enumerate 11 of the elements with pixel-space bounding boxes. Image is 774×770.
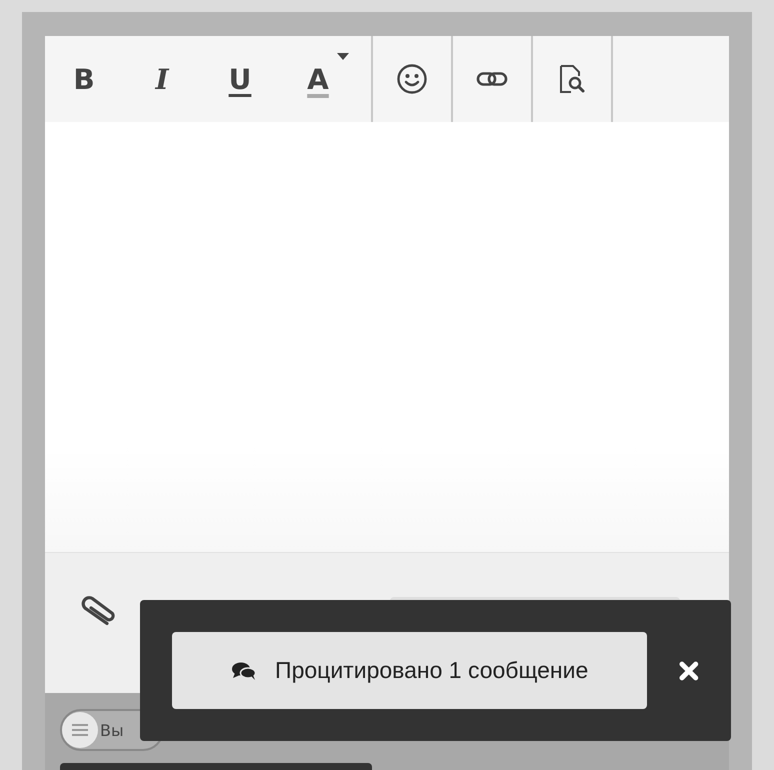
italic-button[interactable]: I <box>123 36 201 122</box>
document-search-icon[interactable] <box>558 64 586 94</box>
close-icon[interactable] <box>679 660 699 680</box>
underline-button[interactable]: U <box>201 36 279 122</box>
text-color-button[interactable]: A <box>279 36 357 122</box>
smiley-icon[interactable] <box>396 63 428 95</box>
chat-bubbles-icon <box>231 660 258 680</box>
quote-button[interactable]: Процитировано 1 сообщение <box>172 632 648 709</box>
toast-message: Процитировано 1 сообщение <box>275 657 588 684</box>
bold-button[interactable]: B <box>45 36 123 122</box>
link-icon[interactable] <box>476 71 508 87</box>
